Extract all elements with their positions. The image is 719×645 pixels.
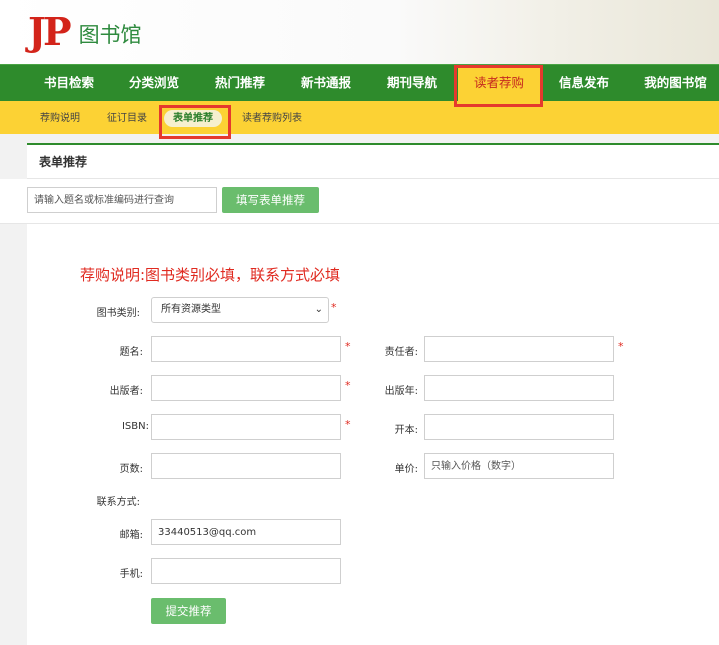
phone-field[interactable] <box>151 558 341 584</box>
required-mark: * <box>331 301 337 314</box>
purchase-notice: 荐购说明:图书类别必填，联系方式必填 <box>80 266 341 284</box>
search-input[interactable] <box>27 187 217 213</box>
nav-item-info-publish[interactable]: 信息发布 <box>543 65 625 101</box>
pages-field[interactable] <box>151 453 341 479</box>
publisher-field[interactable] <box>151 375 341 401</box>
nav-item-hot-recommend[interactable]: 热门推荐 <box>199 65 281 101</box>
search-row: 填写表单推荐 <box>0 179 719 224</box>
responsible-label: 责任者: <box>384 347 418 358</box>
chevron-down-icon: ⌄ <box>314 304 323 315</box>
sub-item-order-catalog[interactable]: 征订目录 <box>100 110 154 127</box>
site-logo[interactable]: JP 图书馆 <box>28 12 142 52</box>
nav-item-my-library[interactable]: 我的图书馆 <box>632 65 719 101</box>
submit-button[interactable]: 提交推荐 <box>151 598 226 624</box>
title-field[interactable] <box>151 336 341 362</box>
format-field[interactable] <box>424 414 614 440</box>
fill-form-button[interactable]: 填写表单推荐 <box>222 187 319 213</box>
nav-item-new-books[interactable]: 新书通报 <box>285 65 367 101</box>
pub-year-label: 出版年: <box>384 386 418 397</box>
required-mark: * <box>618 340 624 353</box>
main-nav: 书目检索 分类浏览 热门推荐 新书通报 期刊导航 读者荐购 信息发布 我的图书馆 <box>0 64 719 101</box>
isbn-field[interactable] <box>151 414 341 440</box>
nav-item-catalog-search[interactable]: 书目检索 <box>28 65 110 101</box>
format-label: 开本: <box>394 425 418 436</box>
logo-title: 图书馆 <box>78 23 142 47</box>
pages-label: 页数: <box>119 464 143 475</box>
site-header: JP 图书馆 <box>0 0 719 64</box>
responsible-field[interactable] <box>424 336 614 362</box>
category-value: 所有资源类型 <box>161 304 221 315</box>
category-select[interactable]: 所有资源类型 ⌄ <box>151 297 329 323</box>
logo-mark: JP <box>28 9 72 54</box>
pub-year-field[interactable] <box>424 375 614 401</box>
email-label: 邮箱: <box>119 530 143 541</box>
phone-label: 手机: <box>119 569 143 580</box>
nav-item-category-browse[interactable]: 分类浏览 <box>113 65 195 101</box>
nav-item-journal-nav[interactable]: 期刊导航 <box>371 65 453 101</box>
email-field[interactable] <box>151 519 341 545</box>
publisher-label: 出版者: <box>109 386 143 397</box>
price-field[interactable] <box>424 453 614 479</box>
sub-item-purchase-guide[interactable]: 荐购说明 <box>33 110 87 127</box>
nav-item-reader-purchase[interactable]: 读者荐购 <box>458 65 540 101</box>
panel-title: 表单推荐 <box>27 145 719 179</box>
sub-nav: 荐购说明 征订目录 表单推荐 读者荐购列表 <box>0 101 719 134</box>
sub-item-purchase-list[interactable]: 读者荐购列表 <box>234 110 310 127</box>
sub-item-form-recommend[interactable]: 表单推荐 <box>164 110 222 127</box>
category-label: 图书类别: <box>96 308 140 319</box>
title-label: 题名: <box>119 347 143 358</box>
price-label: 单价: <box>394 464 418 475</box>
isbn-label: ISBN: <box>121 421 149 432</box>
contact-label: 联系方式: <box>96 497 140 508</box>
